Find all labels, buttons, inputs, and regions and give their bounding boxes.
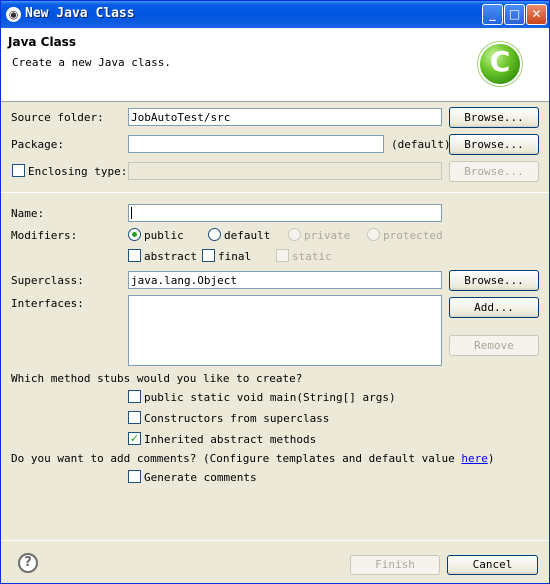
enclosing-type-input[interactable]: [128, 162, 442, 180]
generate-comments-label: Generate comments: [144, 471, 257, 484]
constructors-label: Constructors from superclass: [144, 412, 330, 425]
protected-radio[interactable]: [367, 228, 380, 241]
private-radio[interactable]: [288, 228, 301, 241]
interfaces-label: Interfaces:: [11, 297, 84, 310]
wizard-title: Java Class: [8, 35, 76, 49]
default-label: default: [224, 229, 271, 242]
package-default-label: (default): [391, 138, 451, 151]
package-browse-button[interactable]: Browse...: [449, 134, 539, 155]
finish-button[interactable]: Finish: [350, 555, 440, 575]
dialog-window: ◉ New Java Class _ □ ✕ Java Class Create…: [0, 0, 550, 584]
abstract-checkbox[interactable]: [128, 249, 141, 262]
name-label: Name:: [11, 207, 45, 220]
enclosing-type-checkbox[interactable]: [12, 164, 25, 177]
final-checkbox[interactable]: [202, 249, 215, 262]
configure-templates-link[interactable]: here: [461, 452, 488, 465]
title-bar[interactable]: ◉ New Java Class _ □ ✕: [1, 1, 549, 28]
separator: [1, 192, 549, 193]
constructors-checkbox[interactable]: [128, 411, 141, 424]
radio-selected-dot: [132, 232, 137, 237]
minimize-button[interactable]: _: [482, 4, 503, 25]
enclosing-type-browse-button[interactable]: Browse...: [449, 161, 539, 182]
source-folder-browse-button[interactable]: Browse...: [449, 107, 539, 128]
comments-question-close: ): [487, 452, 495, 465]
package-input[interactable]: [128, 135, 384, 153]
superclass-label: Superclass:: [11, 274, 84, 287]
eclipse-icon: ◉: [6, 7, 21, 22]
final-label: final: [218, 250, 252, 263]
window-title: New Java Class: [25, 6, 135, 21]
source-folder-input[interactable]: JobAutoTest/src: [128, 108, 442, 126]
interfaces-add-button[interactable]: Add...: [449, 297, 539, 318]
maximize-button[interactable]: □: [504, 4, 525, 25]
wizard-description: Create a new Java class.: [12, 56, 171, 69]
method-stubs-question: Which method stubs would you like to cre…: [11, 372, 303, 385]
inherited-methods-checkbox[interactable]: ✓: [128, 432, 141, 445]
comments-question: Do you want to add comments? (Configure …: [11, 452, 494, 465]
help-icon[interactable]: ?: [18, 553, 38, 573]
superclass-input[interactable]: java.lang.Object: [128, 271, 442, 289]
protected-label: protected: [383, 229, 443, 242]
main-method-label: public static void main(String[] args): [144, 391, 396, 404]
interfaces-remove-button[interactable]: Remove: [449, 335, 539, 356]
inherited-methods-label: Inherited abstract methods: [144, 433, 317, 446]
close-button[interactable]: ✕: [526, 4, 547, 25]
java-class-logo-icon: C: [478, 42, 522, 86]
superclass-browse-button[interactable]: Browse...: [449, 270, 539, 291]
comments-question-text: Do you want to add comments? (Configure …: [11, 452, 462, 465]
generate-comments-checkbox[interactable]: [128, 470, 141, 483]
interfaces-list[interactable]: [128, 295, 442, 366]
wizard-header: Java Class Create a new Java class. C: [1, 28, 549, 102]
public-label: public: [144, 229, 184, 242]
footer-separator: [1, 540, 549, 541]
static-checkbox[interactable]: [276, 249, 289, 262]
private-label: private: [304, 229, 351, 242]
cancel-button[interactable]: Cancel: [447, 555, 538, 575]
abstract-label: abstract: [144, 250, 197, 263]
source-folder-label: Source folder:: [11, 111, 104, 124]
logo-letter: C: [489, 45, 511, 78]
text-cursor: [131, 207, 132, 219]
default-radio[interactable]: [208, 228, 221, 241]
main-method-checkbox[interactable]: [128, 390, 141, 403]
name-input[interactable]: [128, 204, 442, 222]
static-label: static: [292, 250, 332, 263]
modifiers-label: Modifiers:: [11, 229, 78, 242]
public-radio[interactable]: [128, 228, 141, 241]
package-label: Package:: [11, 138, 64, 151]
enclosing-type-label: Enclosing type:: [28, 165, 128, 178]
